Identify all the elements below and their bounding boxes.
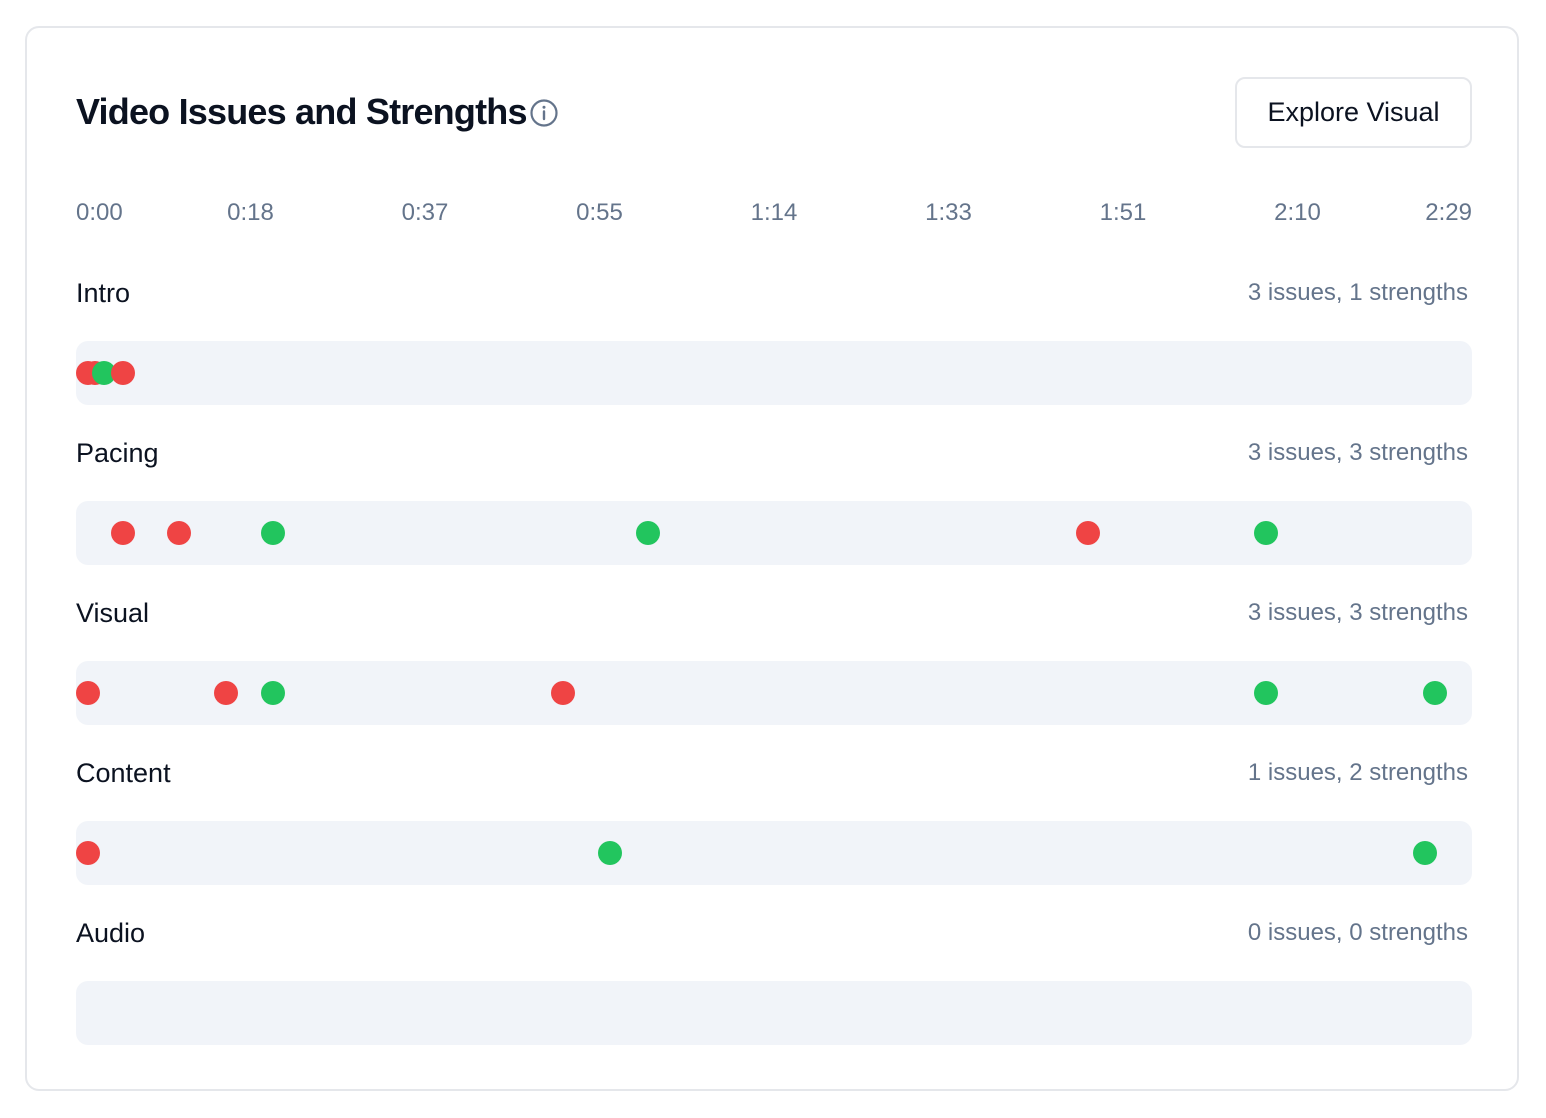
row-summary-audio: 0 issues, 0 strengths — [1247, 919, 1468, 946]
row-label-visual: Visual — [76, 598, 150, 628]
row-summary-visual: 3 issues, 3 strengths — [1247, 599, 1468, 626]
issue-marker[interactable] — [76, 841, 100, 865]
axis-tick-label: 0:00 — [76, 199, 123, 226]
timeline-track-content — [76, 821, 1472, 885]
strength-marker[interactable] — [1253, 521, 1278, 545]
issue-marker[interactable] — [167, 521, 192, 545]
strength-marker[interactable] — [635, 521, 660, 545]
axis-tick-label: 0:37 — [401, 199, 449, 226]
issue-marker[interactable] — [110, 521, 135, 545]
strength-marker[interactable] — [260, 681, 285, 705]
axis-tick-label: 1:14 — [750, 199, 798, 226]
issues-strengths-card: Video Issues and Strengths Explore Visua… — [25, 26, 1519, 1091]
issue-marker[interactable] — [551, 681, 576, 705]
axis-tick-label: 2:10 — [1274, 199, 1321, 226]
strength-marker[interactable] — [1422, 681, 1447, 705]
card-title: Video Issues and Strengths — [76, 91, 527, 132]
strength-marker[interactable] — [1413, 841, 1438, 865]
strength-marker[interactable] — [260, 521, 285, 545]
issue-marker[interactable] — [110, 361, 135, 385]
row-summary-intro: 3 issues, 1 strengths — [1247, 279, 1468, 306]
strength-marker[interactable] — [598, 841, 623, 865]
row-label-audio: Audio — [76, 918, 146, 948]
axis-tick-label: 2:29 — [1425, 199, 1472, 226]
axis-tick-label: 0:18 — [227, 199, 274, 226]
timeline-track-audio — [76, 981, 1472, 1045]
info-circle-icon[interactable] — [529, 98, 559, 128]
issue-marker[interactable] — [1075, 521, 1100, 545]
axis-tick-label: 0:55 — [576, 199, 623, 226]
row-summary-content: 1 issues, 2 strengths — [1247, 759, 1468, 786]
row-label-content: Content — [76, 758, 171, 788]
row-label-intro: Intro — [76, 278, 131, 308]
timeline-axis: 0:00 0:18 0:37 0:55 1:14 1:33 1:51 2:10 2:29 — [76, 196, 1472, 230]
axis-tick-label: 1:51 — [1099, 199, 1147, 226]
issue-marker[interactable] — [213, 681, 238, 705]
row-summary-pacing: 3 issues, 3 strengths — [1247, 439, 1468, 466]
issue-marker[interactable] — [76, 681, 100, 705]
timeline-track-pacing — [76, 501, 1472, 565]
timeline-track-intro — [76, 341, 1472, 405]
axis-tick-label: 1:33 — [925, 199, 972, 226]
strength-marker[interactable] — [1253, 681, 1278, 705]
timeline-track-visual — [76, 661, 1472, 725]
row-label-pacing: Pacing — [76, 438, 159, 468]
explore-visual-button[interactable]: Explore Visual — [1235, 77, 1472, 148]
